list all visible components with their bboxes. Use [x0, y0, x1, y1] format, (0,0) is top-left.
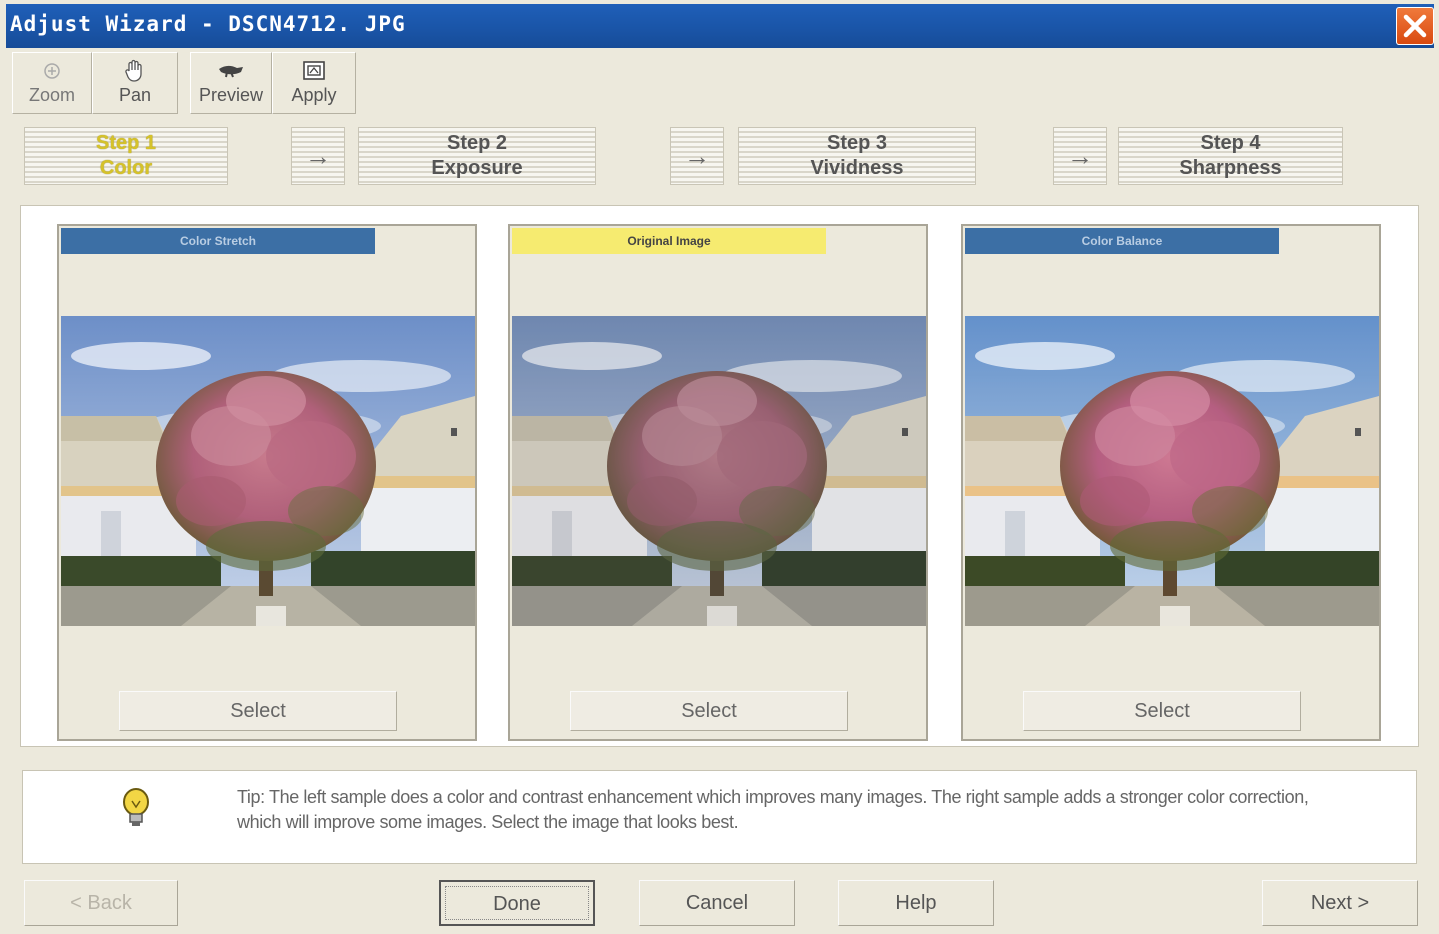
step-subtitle: Exposure — [431, 157, 523, 179]
step-subtitle: Vividness — [810, 157, 904, 179]
step-subtitle: Sharpness — [1179, 157, 1282, 179]
step-arrow-icon: → — [1053, 127, 1107, 185]
step-arrow-icon: → — [291, 127, 345, 185]
preview-label: Preview — [198, 85, 264, 105]
sample-image[interactable] — [61, 316, 475, 626]
window-title: Adjust Wizard - DSCN4712. JPG — [10, 12, 406, 36]
zoom-label: Zoom — [28, 85, 75, 105]
sample-image[interactable] — [965, 316, 1379, 626]
apply-button[interactable]: Apply — [272, 52, 356, 114]
close-icon — [1403, 14, 1427, 38]
apply-label: Apply — [291, 85, 337, 105]
tip-panel: Tip: The left sample does a color and co… — [22, 770, 1417, 864]
adjust-wizard-window: Adjust Wizard - DSCN4712. JPG Zoom Pan P — [0, 0, 1439, 934]
sample-label: Original Image — [512, 228, 826, 254]
step-title: Step 4 — [1200, 132, 1261, 154]
next-button[interactable]: Next > — [1262, 880, 1418, 926]
pan-label: Pan — [118, 85, 152, 105]
sample-original-image[interactable]: Original Image Select — [508, 224, 928, 741]
samples-panel: Color Stretch Select Original Image Sele… — [20, 205, 1419, 747]
preview-button[interactable]: Preview — [190, 52, 272, 114]
toolbar: Zoom Pan Preview Apply — [12, 52, 356, 114]
step-subtitle: Color — [99, 157, 153, 179]
step-1-color[interactable]: Step 1 Color — [24, 127, 228, 185]
sample-image[interactable] — [512, 316, 926, 626]
select-button[interactable]: Select — [570, 691, 848, 731]
done-button[interactable]: Done — [439, 880, 595, 926]
sample-color-stretch[interactable]: Color Stretch Select — [57, 224, 477, 741]
step-2-exposure[interactable]: Step 2 Exposure — [358, 127, 596, 185]
zoom-icon — [42, 59, 62, 83]
step-title: Step 1 — [95, 132, 157, 154]
help-button[interactable]: Help — [838, 880, 994, 926]
title-bar: Adjust Wizard - DSCN4712. JPG — [6, 4, 1434, 48]
pan-button[interactable]: Pan — [92, 52, 178, 114]
select-button[interactable]: Select — [1023, 691, 1301, 731]
sample-label: Color Stretch — [61, 228, 375, 254]
step-4-sharpness[interactable]: Step 4 Sharpness — [1118, 127, 1343, 185]
hand-icon — [122, 59, 148, 83]
apply-icon — [302, 59, 326, 83]
preview-icon — [217, 59, 245, 83]
step-title: Step 3 — [826, 132, 888, 154]
sample-color-balance[interactable]: Color Balance Select — [961, 224, 1381, 741]
zoom-button[interactable]: Zoom — [12, 52, 92, 114]
cancel-button[interactable]: Cancel — [639, 880, 795, 926]
back-button[interactable]: < Back — [24, 880, 178, 926]
tip-text: Tip: The left sample does a color and co… — [237, 787, 1309, 832]
sample-label: Color Balance — [965, 228, 1279, 254]
lightbulb-icon — [121, 787, 151, 834]
step-title: Step 2 — [446, 132, 508, 154]
select-button[interactable]: Select — [119, 691, 397, 731]
close-button[interactable] — [1396, 7, 1434, 45]
step-arrow-icon: → — [670, 127, 724, 185]
step-3-vividness[interactable]: Step 3 Vividness — [738, 127, 976, 185]
